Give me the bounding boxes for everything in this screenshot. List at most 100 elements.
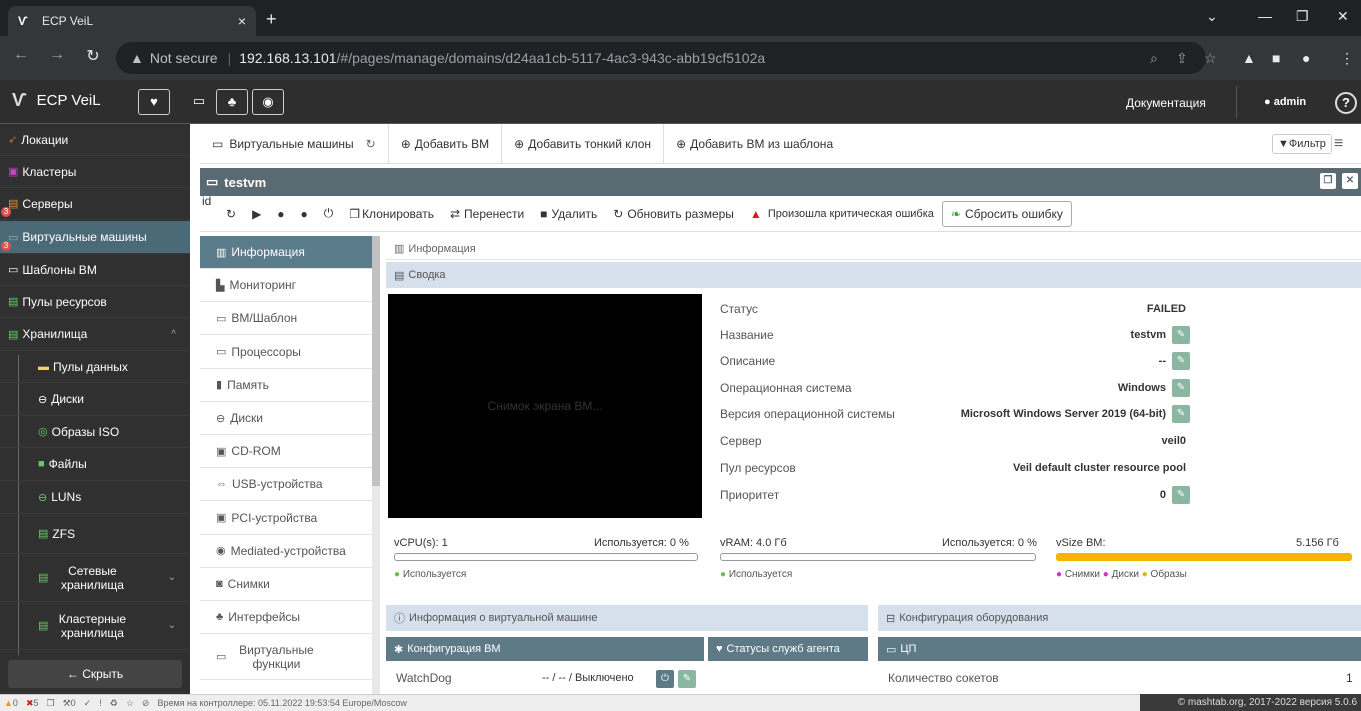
vm-nav-item-3[interactable]: ▭ Процессоры [200, 336, 372, 369]
add-vm-button[interactable]: ⊕ Добавить ВМ [389, 123, 503, 164]
reload-icon[interactable]: ↻ [82, 46, 104, 66]
docs-link[interactable]: Документация [1126, 96, 1206, 110]
url-field[interactable]: ▲ Not secure | 192.168.13.101 /#/pages/m… [116, 42, 1206, 74]
vm-nav-item-2[interactable]: ▭ ВМ/Шаблон [200, 302, 372, 336]
copy-icon[interactable]: ❐ [1320, 173, 1336, 189]
power-icon[interactable]: ⏻ [316, 206, 342, 221]
edit-icon[interactable]: ✎ [1172, 326, 1190, 344]
copy-icon[interactable]: ❐ [47, 698, 55, 709]
sidebar-item-3[interactable]: ▭ Виртуальные машины 3 [0, 221, 190, 254]
vm-nav-item-6[interactable]: ▣ CD-ROM [200, 435, 372, 469]
vm-nav-item-10[interactable]: ◙ Снимки [200, 568, 372, 601]
window-close-icon[interactable]: ✕ [1337, 8, 1349, 25]
help-icon[interactable]: ? [1335, 92, 1357, 114]
error-counter[interactable]: ✖5 [26, 698, 39, 709]
forward-icon[interactable]: → [46, 46, 68, 64]
edit-icon[interactable]: ✎ [1172, 486, 1190, 504]
tab-close-icon[interactable]: × [238, 13, 246, 29]
refresh-icon[interactable]: ↻ [366, 137, 376, 151]
warning-counter[interactable]: ▲0 [4, 698, 18, 708]
sidebar-item-6[interactable]: ▤ Хранилища ^ [0, 318, 190, 351]
suspend-icon[interactable]: ● [269, 207, 292, 221]
sidebar-item-4[interactable]: ▭ Шаблоны ВМ [0, 254, 190, 286]
add-thin-clone-button[interactable]: ⊕ Добавить тонкий клон [502, 123, 665, 164]
hide-sidebar-button[interactable]: ← Скрыть [8, 660, 182, 688]
vm-nav-item-7[interactable]: ⇔ USB-устройства [200, 468, 372, 502]
sidebar-item-1[interactable]: ▣ Кластеры [0, 156, 190, 188]
clone-button[interactable]: ❐ Клонировать [341, 207, 442, 221]
vm-nav-item-0[interactable]: ▥ Информация [200, 236, 372, 269]
star-icon[interactable]: ☆ [126, 698, 134, 709]
vm-nav-item-12[interactable]: ▭ Виртуальные функции [200, 634, 372, 681]
delete-button[interactable]: ■ Удалить [532, 207, 605, 221]
vm-nav-item-11[interactable]: ♣ Интерфейсы [200, 601, 372, 635]
sidebar-item-2[interactable]: ▤ Серверы 3 [0, 188, 190, 220]
recycle-icon[interactable]: ♻ [110, 698, 118, 709]
power-toggle-icon[interactable]: ⏻ [656, 670, 674, 688]
extension-icon[interactable]: ▲ [1242, 50, 1256, 66]
chevron-up-icon[interactable]: ^ [171, 329, 176, 340]
sidebar-item-12[interactable]: ▤ ZFS [0, 514, 190, 554]
exclamation-icon[interactable]: ! [99, 698, 102, 708]
sidepanel-icon[interactable]: ■ [1272, 50, 1280, 66]
brand-logo[interactable]: Ѵ ECP VeiL [12, 90, 101, 111]
add-from-template-button[interactable]: ⊕ Добавить ВМ из шаблона [664, 124, 845, 164]
ban-icon[interactable]: ⊘ [142, 698, 150, 709]
restore-icon[interactable]: ❐ [1296, 8, 1309, 25]
vm-nav-item-8[interactable]: ▣ PCI-устройства [200, 502, 372, 535]
migrate-button[interactable]: ⇄ Перенести [442, 207, 532, 221]
topology-icon[interactable]: ♣ [216, 89, 248, 115]
new-tab-icon[interactable]: + [266, 9, 277, 30]
edit-icon[interactable]: ✎ [678, 670, 696, 688]
vm-nav-item-5[interactable]: ⊖ Диски [200, 402, 372, 435]
legend-dot: ● [394, 569, 403, 580]
chevron-down-icon[interactable]: ⌄ [168, 572, 176, 583]
browser-menu-icon[interactable]: ⋮ [1340, 50, 1354, 67]
sidebar-item-14[interactable]: ▤ Кластерные хранилища ⌄ [0, 602, 190, 650]
legend-images: Образы [1150, 569, 1187, 580]
sidebar-item-5[interactable]: ▤ Пулы ресурсов [0, 286, 190, 318]
edit-icon[interactable]: ✎ [1172, 379, 1190, 397]
globe-icon[interactable]: ◉ [252, 89, 284, 115]
edit-icon[interactable]: ✎ [1172, 405, 1190, 423]
user-menu[interactable]: ● admin [1264, 96, 1306, 108]
critical-error-indicator[interactable]: ▲ Произошла критическая ошибка [742, 207, 942, 221]
browser-tab[interactable]: Ѵ ECP VeiL × [8, 6, 256, 36]
share-icon[interactable]: ⇪ [1176, 50, 1188, 67]
reset-error-button[interactable]: ❧ Сбросить ошибку [941, 200, 1072, 227]
update-sizes-button[interactable]: ↻ Обновить размеры [605, 207, 742, 221]
tasks-counter[interactable]: ⚒0 [63, 698, 76, 709]
leaf-icon: ❧ [950, 206, 961, 221]
sidebar-item-11[interactable]: ⊖ LUNs [0, 481, 190, 514]
chevron-down-icon[interactable]: ⌄ [168, 620, 176, 631]
filter-button[interactable]: ▼Фильтр [1272, 134, 1332, 154]
vm-screenshot[interactable]: Снимок экрана ВМ... [388, 294, 702, 518]
monitor-icon: ▭ [212, 136, 224, 151]
refresh-icon[interactable]: ↻ [218, 207, 244, 221]
folder-open-icon[interactable]: ▭ [186, 89, 212, 115]
back-icon[interactable]: ← [10, 46, 32, 64]
vm-nav-item-1[interactable]: ▙ Мониторинг [200, 269, 372, 303]
nav-scrollbar-thumb[interactable] [372, 236, 380, 486]
sidebar-item-8[interactable]: ⊖ Диски [0, 383, 190, 416]
bookmark-icon[interactable]: ☆ [1204, 50, 1217, 67]
minimize-icon[interactable]: — [1258, 8, 1272, 24]
vm-nav-item-9[interactable]: ◉ Mediated-устройства [200, 535, 372, 568]
close-panel-icon[interactable]: ✕ [1342, 173, 1358, 189]
zoom-icon[interactable]: ⌕ [1150, 50, 1158, 67]
sidebar-item-9[interactable]: ◎ Образы ISO [0, 416, 190, 448]
sidebar-item-13[interactable]: ▤ Сетевые хранилища ⌄ [0, 554, 190, 602]
check-icon[interactable]: ✓ [84, 698, 92, 709]
sidebar-item-0[interactable]: ➶ Локации [0, 124, 190, 156]
sidebar-item-10[interactable]: ■ Файлы [0, 448, 190, 481]
vms-list-button[interactable]: ▭ Виртуальные машины ↻ [200, 123, 389, 164]
tab-search-icon[interactable]: ⌄ [1206, 8, 1218, 25]
edit-icon[interactable]: ✎ [1172, 352, 1190, 370]
play-icon[interactable]: ▶ [244, 207, 269, 221]
sidebar-item-7[interactable]: ▬ Пулы данных [0, 351, 190, 383]
profile-icon[interactable]: ● [1302, 50, 1310, 66]
hamburger-menu-icon[interactable]: ≡ [1334, 135, 1343, 153]
health-icon[interactable]: ♥ [138, 89, 170, 115]
vm-nav-item-4[interactable]: ▮ Память [200, 369, 372, 402]
pause-icon[interactable]: ● [293, 207, 316, 221]
